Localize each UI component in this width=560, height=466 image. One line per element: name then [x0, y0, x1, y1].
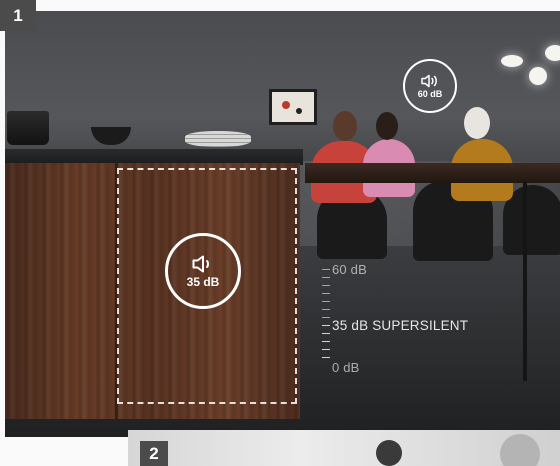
person-head	[376, 112, 398, 140]
cooking-pot	[7, 111, 49, 145]
badge-value: 60 dB	[417, 88, 443, 99]
scale-label-35db-supersilent: 35 dB SUPERSILENT	[332, 318, 469, 333]
wall-picture	[269, 89, 317, 125]
person-head	[333, 111, 357, 141]
person-head	[464, 107, 490, 139]
dish-item	[500, 434, 540, 466]
panel-number-tag: 1	[0, 0, 36, 31]
pendant-lamp	[545, 45, 560, 61]
scale-label-60db: 60 dB	[332, 262, 367, 277]
kitchen-photo	[5, 11, 560, 437]
table-leg	[523, 181, 527, 381]
dining-table	[305, 163, 560, 183]
noise-badge-60db: 60 dB	[403, 59, 457, 113]
badge-value: 35 dB	[186, 274, 220, 289]
dishwasher-photo	[128, 430, 560, 466]
scale-label-0db: 0 dB	[332, 360, 360, 375]
dish-item	[376, 440, 402, 466]
speaker-icon	[421, 74, 437, 87]
stacked-plates	[185, 131, 251, 147]
pendant-lamp	[529, 67, 547, 85]
speaker-icon	[192, 255, 209, 272]
noise-badge-35db: 35 dB	[165, 233, 241, 309]
pendant-lamp	[501, 55, 523, 67]
panel-number-tag: 2	[140, 441, 168, 466]
